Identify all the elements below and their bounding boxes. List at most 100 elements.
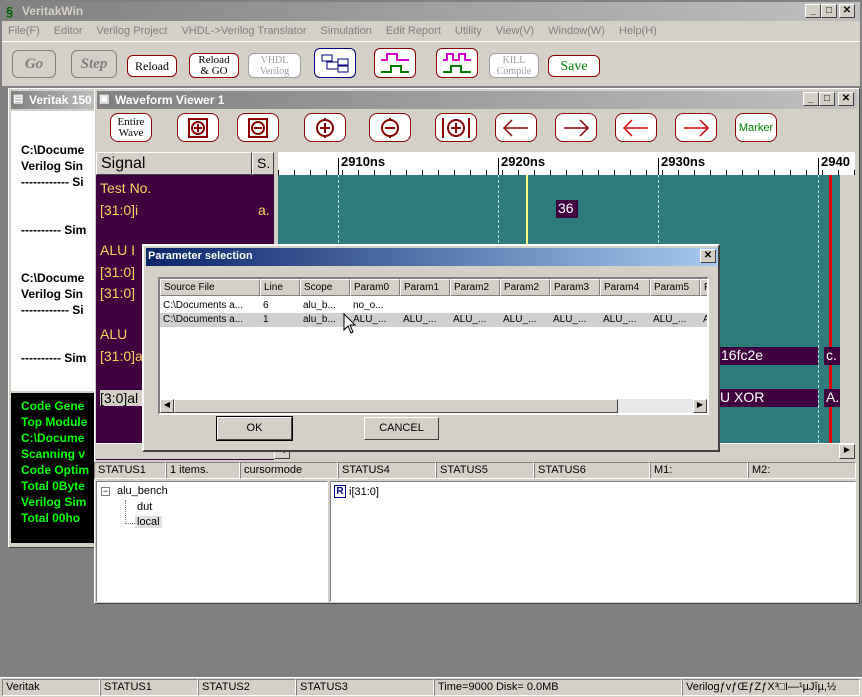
menu-item-0[interactable]: File(F) xyxy=(8,25,40,37)
cancel-button[interactable]: CANCEL xyxy=(364,417,439,440)
scroll-right-button[interactable]: ▶ xyxy=(839,444,855,459)
signal-row[interactable]: [31:0] xyxy=(100,285,135,301)
prev-edge-button[interactable] xyxy=(495,113,537,142)
table-cell: ALU_... xyxy=(453,314,487,325)
wave-status-cell: M1: xyxy=(650,462,748,479)
marker-button[interactable]: Marker xyxy=(735,113,777,142)
menu-item-5[interactable]: Edit Report xyxy=(386,25,441,37)
wave-maximize-button[interactable]: □ xyxy=(819,92,835,106)
tree-node-alu-bench[interactable]: alu_bench xyxy=(117,485,168,497)
prev-marker-button[interactable] xyxy=(615,113,657,142)
table-row[interactable]: C:\Documents a... 1 alu_b... ALU_... ALU_...… xyxy=(160,313,707,327)
wave-status-cell: STATUS1 xyxy=(94,462,166,479)
column-header[interactable]: Scope xyxy=(300,279,350,296)
table-row[interactable]: C:\Documents a... 6 alu_b... no_o... xyxy=(160,299,707,313)
console-line: Top Module xyxy=(21,415,88,429)
signal-row[interactable]: ALU xyxy=(100,326,127,342)
reload-go-line1: Reload xyxy=(198,53,230,66)
log-line: C:\Docume xyxy=(21,271,85,285)
tree-node-local[interactable]: local xyxy=(135,516,162,528)
signal-row[interactable]: Test No. xyxy=(100,180,151,196)
go-button[interactable]: Go xyxy=(12,50,56,78)
column-header[interactable]: Param2 xyxy=(450,279,500,296)
menu-item-4[interactable]: Simulation xyxy=(321,25,372,37)
waveform-button-2[interactable] xyxy=(436,48,478,78)
signal-row[interactable]: [31:0] xyxy=(100,264,135,280)
s-header: S. xyxy=(252,152,274,175)
next-edge-button[interactable] xyxy=(555,113,597,142)
time-tick xyxy=(658,158,659,175)
timeline-ruler: 2910ns 2920ns 2930ns 2940 xyxy=(278,152,855,175)
close-button[interactable]: ✕ xyxy=(839,4,855,18)
list-scroll-left-button[interactable]: ◀ xyxy=(160,399,174,413)
object-item-i[interactable]: i[31:0] xyxy=(349,486,379,498)
table-cell: alu_b... xyxy=(303,300,336,311)
list-scroll-right-button[interactable]: ▶ xyxy=(693,399,707,413)
zoom-area-out-button[interactable] xyxy=(237,113,279,142)
grid-line xyxy=(818,175,819,443)
kill-line2: Compile xyxy=(496,65,532,77)
menu-item-7[interactable]: View(V) xyxy=(496,25,534,37)
column-header[interactable]: Source File xyxy=(160,279,260,296)
list-scroll-thumb[interactable] xyxy=(174,399,618,413)
signal-row[interactable]: [31:0]i xyxy=(100,202,138,218)
column-header[interactable]: Param3 xyxy=(550,279,600,296)
tree-node-dut[interactable]: dut xyxy=(137,501,152,513)
arrow-right-icon xyxy=(684,118,710,137)
menu-item-9[interactable]: Help(H) xyxy=(619,25,657,37)
dialog-close-button[interactable]: ✕ xyxy=(700,249,716,263)
zoom-out-button[interactable] xyxy=(369,113,411,142)
waveform-button-1[interactable] xyxy=(374,48,416,78)
table-cell: ALU_... xyxy=(653,314,687,325)
zoom-in-button[interactable] xyxy=(304,113,346,142)
wave-vscrollbar[interactable] xyxy=(840,175,855,443)
column-header[interactable]: Param0 xyxy=(350,279,400,296)
table-cell: ALU_... xyxy=(503,314,537,325)
list-header: Source File Line Scope Param0 Param1 Param2 Pa… xyxy=(160,279,707,296)
entire-wave-button[interactable]: Entire Wave xyxy=(110,113,152,142)
wave-close-button[interactable]: ✕ xyxy=(838,92,854,106)
time-tick xyxy=(338,158,339,175)
column-header[interactable]: Param5 xyxy=(650,279,700,296)
wave-minimize-button[interactable]: _ xyxy=(803,92,819,106)
column-header[interactable]: Line xyxy=(260,279,300,296)
veritak-window: ▤ Veritak 150 C:\Docume Verilog Sin ------… xyxy=(8,88,98,548)
console-line: Total 00ho xyxy=(21,511,81,525)
zoom-cursor-button[interactable] xyxy=(435,113,477,142)
signal-row[interactable]: ALU I xyxy=(100,242,135,258)
kill-compile-button[interactable]: KILL Compile xyxy=(489,53,539,78)
ok-button[interactable]: OK xyxy=(216,416,293,441)
minimize-button[interactable]: _ xyxy=(805,4,821,18)
column-header[interactable]: Param4 xyxy=(600,279,650,296)
column-header[interactable]: P xyxy=(700,279,707,296)
signal-row[interactable]: [31:0]a xyxy=(100,348,143,364)
menu-item-8[interactable]: Window(W) xyxy=(548,25,605,37)
zoom-area-out-icon xyxy=(248,117,268,138)
save-button[interactable]: Save xyxy=(548,55,600,77)
menu-item-6[interactable]: Utility xyxy=(455,25,482,37)
parameter-list: Source File Line Scope Param0 Param1 Param2 Pa… xyxy=(158,277,709,415)
maximize-button[interactable]: □ xyxy=(821,4,837,18)
wave-status-cell: M2: xyxy=(748,462,856,479)
menu-item-2[interactable]: Verilog Project xyxy=(97,25,168,37)
reload-go-button[interactable]: Reload & GO xyxy=(189,53,239,78)
reload-button[interactable]: Reload xyxy=(127,55,177,77)
status-cell: STATUS3 xyxy=(296,679,434,696)
window-icon: ▣ xyxy=(99,93,110,105)
menu-item-3[interactable]: VHDL->Verilog Translator xyxy=(181,25,306,37)
menu-item-1[interactable]: Editor xyxy=(54,25,83,37)
column-header[interactable]: Param1 xyxy=(400,279,450,296)
table-cell: ALU_... xyxy=(353,314,387,325)
log-panel: C:\Docume Verilog Sin ------------ Si -----… xyxy=(11,111,97,391)
column-header[interactable]: Param2 xyxy=(500,279,550,296)
vhdl-translate-button[interactable]: VHDL Verilog xyxy=(248,53,301,78)
mouse-pointer-icon xyxy=(343,313,357,334)
hierarchy-icon xyxy=(321,54,349,73)
zoom-area-in-button[interactable] xyxy=(177,113,219,142)
next-marker-button[interactable] xyxy=(675,113,717,142)
step-button[interactable]: Step xyxy=(71,50,117,78)
hierarchy-button[interactable] xyxy=(314,48,356,78)
tree-expander-icon[interactable]: − xyxy=(101,487,110,496)
status-cell: STATUS1 xyxy=(100,679,198,696)
list-hscrollbar[interactable]: ◀ ▶ xyxy=(160,399,707,413)
